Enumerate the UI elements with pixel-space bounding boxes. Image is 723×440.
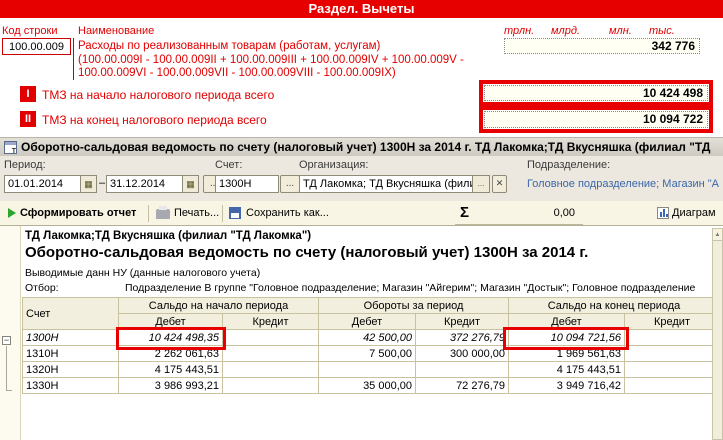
printer-icon <box>156 209 170 219</box>
expense-formula-line2: 100.00.009VI - 100.00.009VII - 100.00.00… <box>78 67 508 81</box>
save-icon <box>229 207 241 219</box>
window-titlebar[interactable]: Т Оборотно-сальдовая ведомость по счету … <box>0 137 723 156</box>
item2-value-field[interactable]: 10 094 722 <box>484 111 708 128</box>
org-label: Организация: <box>299 159 368 171</box>
unit-trln: трлн. <box>504 25 534 37</box>
report-data-line: Выводимые данн НУ (данные налогового уче… <box>25 267 260 279</box>
col-group-turnover[interactable]: Обороты за период <box>319 298 509 314</box>
col-header-name: Наименование <box>78 25 154 37</box>
print-button[interactable]: Печать... <box>174 201 219 225</box>
closing-debit-highlight-frame <box>503 327 629 350</box>
item2-label: ТМЗ на конец налогового периода всего <box>42 113 267 127</box>
report-params-panel: Период: Счет: Организация: Подразделение… <box>0 156 723 201</box>
window-title: Оборотно-сальдовая ведомость по счету (н… <box>21 138 721 157</box>
form-section-title: Раздел. Вычеты <box>0 0 723 18</box>
item2-badge: II <box>20 111 36 127</box>
organization-input[interactable]: ТД Лакомка; ТД Вкусняшка (филиа ... <box>299 175 490 193</box>
item1-highlight-frame: 10 424 498 <box>479 80 713 106</box>
org-clear-button[interactable]: ✕ <box>492 175 507 193</box>
tree-line <box>6 390 12 391</box>
scroll-up-icon[interactable]: ▲ <box>713 229 722 241</box>
col-header-debit[interactable]: Дебет <box>319 314 416 330</box>
division-value-link[interactable]: Головное подразделение; Магазин "А <box>527 178 721 190</box>
unit-mln: млн. <box>609 25 632 37</box>
diagram-icon <box>657 207 669 219</box>
period-label: Период: <box>4 159 46 171</box>
divider <box>222 205 223 222</box>
account-label: Счет: <box>215 159 242 171</box>
expense-name-block: Расходы по реализованным товарам (работа… <box>78 40 508 81</box>
report-window-icon: Т <box>4 141 17 154</box>
item1-label: ТМЗ на начало налогового периода всего <box>42 88 274 102</box>
account-select-button[interactable]: ... <box>280 175 300 193</box>
col-header-credit[interactable]: Кредит <box>416 314 509 330</box>
expense-name: Расходы по реализованным товарам (работа… <box>78 40 508 54</box>
unit-tys: тыс. <box>649 25 675 37</box>
division-label: Подразделение: <box>527 159 610 171</box>
tree-line <box>6 346 7 390</box>
screen: Раздел. Вычеты Код строки Наименование т… <box>0 0 723 440</box>
item1-value-field[interactable]: 10 424 498 <box>484 85 708 101</box>
divider <box>148 205 149 222</box>
item2-highlight-frame: 10 094 722 <box>479 106 713 133</box>
table-row[interactable]: 1330Н 3 986 993,21 35 000,00 72 276,79 3… <box>23 378 720 394</box>
generate-report-button[interactable]: Сформировать отчет <box>20 201 136 225</box>
col-header-credit[interactable]: Кредит <box>625 314 720 330</box>
report-toolbar: Сформировать отчет Печать... Сохранить к… <box>0 201 723 226</box>
calendar-icon[interactable]: ▦ <box>182 176 198 192</box>
vertical-scrollbar[interactable]: ▲ <box>712 228 723 440</box>
unit-mlrd: млрд. <box>551 25 580 37</box>
table-row[interactable]: 1320Н 4 175 443,51 4 175 443,51 <box>23 362 720 378</box>
diagram-button[interactable]: Диаграм <box>672 201 716 225</box>
period-dash: – <box>99 177 105 189</box>
play-icon <box>8 208 16 218</box>
expense-total-field[interactable]: 342 776 <box>504 38 700 54</box>
line-code-field[interactable]: 100.00.009 <box>2 38 71 55</box>
report-org-line: ТД Лакомка;ТД Вкусняшка (филиал "ТД Лако… <box>25 230 311 242</box>
filter-value: Подразделение В группе "Головное подразд… <box>125 282 713 294</box>
report-title: Оборотно-сальдовая ведомость по счету (н… <box>25 244 588 261</box>
period-from-input[interactable]: 01.01.2014 ▦ <box>4 175 97 193</box>
divider <box>455 224 583 225</box>
sum-sigma-button[interactable]: Σ <box>460 201 469 225</box>
col-header-credit[interactable]: Кредит <box>223 314 319 330</box>
filter-label: Отбор: <box>25 282 59 294</box>
col-header-line-code: Код строки <box>2 25 58 37</box>
col-group-opening[interactable]: Сальдо на начало периода <box>119 298 319 314</box>
sum-value: 0,00 <box>495 201 575 225</box>
divider <box>73 38 74 80</box>
item1-badge: I <box>20 86 36 102</box>
calendar-icon[interactable]: ▦ <box>80 176 96 192</box>
col-header-account[interactable]: Счет <box>23 298 119 330</box>
org-select-button[interactable]: ... <box>472 176 489 192</box>
opening-debit-highlight-frame <box>116 327 226 350</box>
col-group-closing[interactable]: Сальдо на конец периода <box>509 298 720 314</box>
expense-formula-line1: (100.00.009I - 100.00.009II + 100.00.009… <box>78 54 508 68</box>
account-input[interactable]: 1300Н <box>215 175 279 193</box>
tree-collapse-icon[interactable]: − <box>2 336 11 345</box>
save-as-button[interactable]: Сохранить как... <box>246 201 329 225</box>
period-to-input[interactable]: 31.12.2014 ▦ <box>106 175 199 193</box>
report-left-gutter <box>0 226 21 440</box>
table-group-header-row: Счет Сальдо на начало периода Обороты за… <box>23 298 720 314</box>
